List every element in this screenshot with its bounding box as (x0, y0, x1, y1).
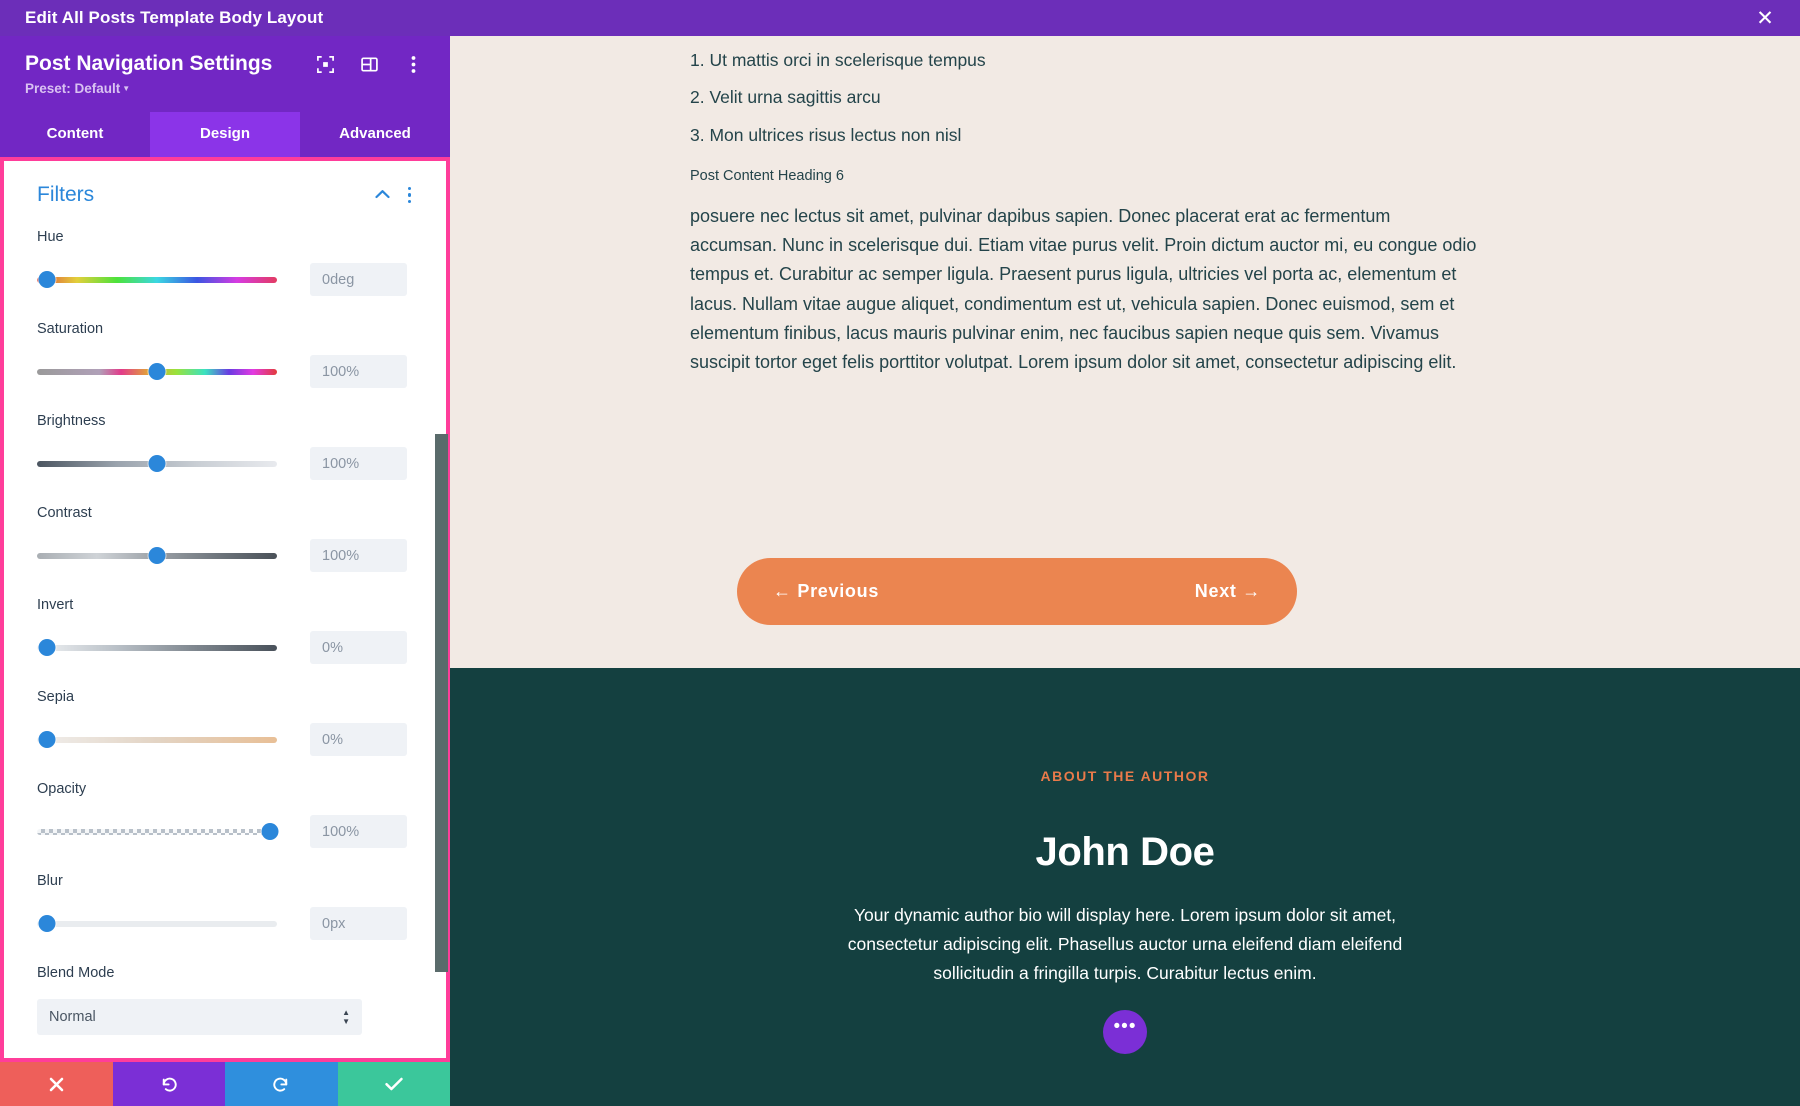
author-more-icon[interactable]: ••• (1103, 1009, 1147, 1054)
sepia-input[interactable]: 0% (310, 723, 407, 757)
previous-post-link[interactable]: ← Previous (773, 581, 879, 602)
invert-input[interactable]: 0% (310, 631, 407, 665)
save-button[interactable] (337, 1062, 450, 1106)
invert-label: Invert (37, 597, 74, 614)
opacity-slider[interactable] (37, 822, 279, 842)
chevron-up-icon[interactable] (374, 186, 390, 204)
filters-section-header: Filters (37, 183, 413, 207)
preview-area: 1. Ut mattis orci in scelerisque tempus … (450, 36, 1800, 1106)
author-name: John Doe (1035, 830, 1215, 874)
tab-advanced[interactable]: Advanced (300, 112, 450, 158)
post-heading-6: Post Content Heading 6 (690, 168, 844, 185)
hue-label: Hue (37, 229, 64, 246)
module-settings-title: Post Navigation Settings (25, 52, 273, 75)
opacity-track (37, 828, 277, 835)
blur-track (37, 920, 277, 927)
filter-control-sepia: Sepia 0% (37, 689, 413, 757)
filter-control-hue: Hue 0deg (37, 229, 413, 297)
brightness-label: Brightness (37, 413, 106, 430)
list-item: 1. Ut mattis orci in scelerisque tempus (690, 50, 986, 70)
filter-control-opacity: Opacity 100% (37, 781, 413, 849)
undo-button[interactable] (112, 1062, 225, 1106)
filters-title: Filters (37, 183, 95, 207)
post-content-section: 1. Ut mattis orci in scelerisque tempus … (450, 36, 1800, 668)
filters-section-controls (374, 185, 414, 206)
blend-mode-select[interactable]: Normal (37, 999, 362, 1036)
contrast-slider[interactable] (37, 546, 277, 566)
filter-control-contrast: Contrast 100% (37, 505, 413, 573)
cancel-button[interactable] (0, 1062, 113, 1106)
hue-knob[interactable] (38, 270, 56, 288)
author-kicker: ABOUT THE AUTHOR (1040, 768, 1210, 784)
panel-header-icons (314, 53, 424, 75)
layout-icon[interactable] (358, 53, 380, 75)
settings-panel: Post Navigation Settings Preset: Default… (0, 36, 450, 1106)
post-paragraph: posuere nec lectus sit amet, pulvinar da… (690, 206, 1477, 372)
sepia-slider[interactable] (37, 730, 277, 750)
preset-selector[interactable]: Preset: Default ▼ (25, 81, 130, 96)
panel-scrollbar[interactable] (435, 434, 448, 972)
opacity-label: Opacity (37, 781, 87, 798)
post-navigation-module[interactable]: ← Previous Next → (737, 558, 1297, 625)
more-options-icon[interactable] (402, 53, 424, 75)
settings-tabs: Content Design Advanced (0, 112, 450, 158)
brightness-knob[interactable] (148, 454, 166, 472)
panel-body-highlight: Filters Hue 0deg Saturation 100% Brightn… (0, 157, 450, 1062)
filter-control-invert: Invert 0% (37, 597, 413, 665)
close-icon[interactable]: ✕ (1752, 5, 1778, 31)
filter-control-blend-mode: Blend Mode Normal ▲ ▼ (37, 965, 413, 1036)
saturation-label: Saturation (37, 321, 104, 338)
app-screen: Edit All Posts Template Body Layout ✕ Po… (0, 0, 1800, 1106)
opacity-knob[interactable] (261, 822, 279, 840)
brightness-input[interactable]: 100% (310, 447, 407, 481)
filters-section: Filters Hue 0deg Saturation 100% Brightn… (4, 161, 446, 1058)
filter-control-brightness: Brightness 100% (37, 413, 413, 481)
invert-knob[interactable] (38, 638, 56, 656)
brightness-slider[interactable] (37, 454, 277, 474)
blend-mode-select-wrap: Normal ▲ ▼ (37, 999, 362, 1036)
sepia-label: Sepia (37, 689, 75, 706)
opacity-input[interactable]: 100% (310, 815, 407, 849)
hue-track (37, 276, 277, 283)
next-post-link[interactable]: Next → (1195, 581, 1261, 602)
post-content-inner: 1. Ut mattis orci in scelerisque tempus … (450, 36, 1800, 377)
top-bar: Edit All Posts Template Body Layout ✕ (0, 0, 1800, 36)
preset-label: Preset: Default (25, 81, 121, 97)
blur-label: Blur (37, 873, 63, 890)
panel-footer (0, 1062, 450, 1106)
invert-track (37, 644, 277, 651)
hue-slider[interactable] (37, 270, 277, 290)
author-section: ABOUT THE AUTHOR John Doe Your dynamic a… (450, 668, 1800, 1106)
contrast-label: Contrast (37, 505, 92, 522)
filter-control-saturation: Saturation 100% (37, 321, 413, 389)
blur-input[interactable]: 0px (310, 907, 407, 941)
post-ordered-list: 1. Ut mattis orci in scelerisque tempus … (690, 48, 1770, 148)
expand-icon[interactable] (314, 53, 336, 75)
sepia-knob[interactable] (38, 730, 56, 748)
panel-header: Post Navigation Settings Preset: Default… (0, 36, 450, 113)
filter-control-blur: Blur 0px (37, 873, 413, 941)
saturation-slider[interactable] (37, 362, 277, 382)
blend-mode-label: Blend Mode (37, 965, 115, 982)
kebab-menu-icon[interactable] (406, 185, 414, 206)
contrast-knob[interactable] (148, 546, 166, 564)
redo-button[interactable] (225, 1062, 338, 1106)
tab-content[interactable]: Content (0, 112, 150, 158)
author-bio: Your dynamic author bio will display her… (847, 905, 1403, 983)
blur-knob[interactable] (38, 914, 56, 932)
chevron-down-icon: ▼ (122, 84, 131, 94)
list-item: 3. Mon ultrices risus lectus non nisl (690, 124, 962, 145)
page-title: Edit All Posts Template Body Layout (25, 8, 324, 27)
saturation-input[interactable]: 100% (310, 355, 407, 389)
invert-slider[interactable] (37, 638, 277, 658)
blur-slider[interactable] (37, 914, 277, 934)
tab-design[interactable]: Design (150, 112, 300, 158)
hue-input[interactable]: 0deg (310, 263, 407, 297)
list-item: 2. Velit urna sagittis arcu (690, 87, 881, 108)
contrast-input[interactable]: 100% (310, 539, 407, 573)
saturation-knob[interactable] (148, 362, 166, 380)
sepia-track (37, 736, 277, 743)
